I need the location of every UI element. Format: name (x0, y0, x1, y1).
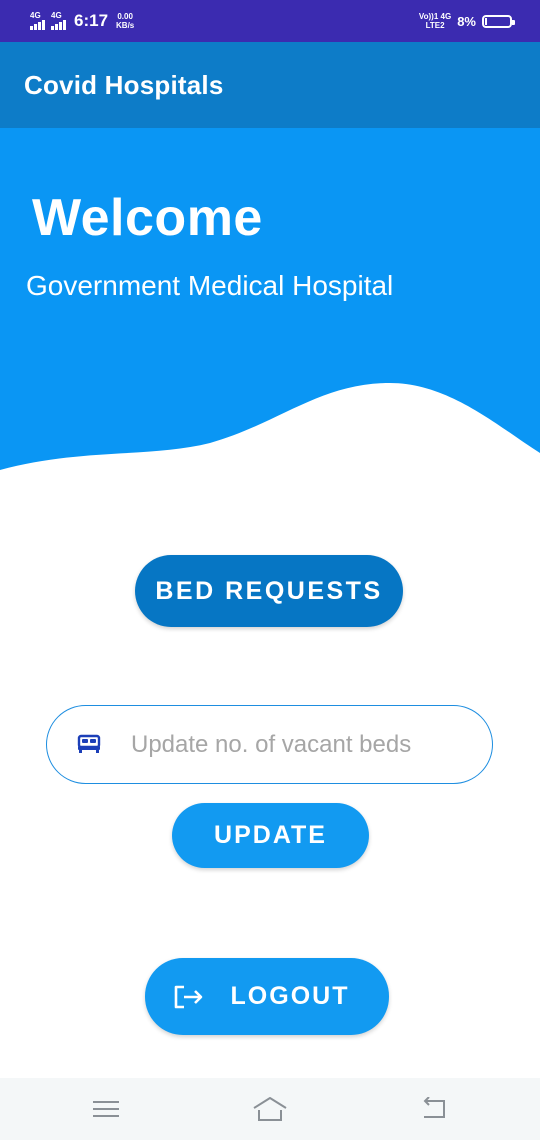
signal-1: 4G (30, 12, 45, 30)
status-bar-right: Vo))1 4G LTE2 8% (419, 8, 515, 34)
status-bar: 4G 4G 6:17 0.00 KB/s Vo))1 4G LTE2 8% (0, 0, 540, 42)
wave-background (0, 128, 540, 470)
network-type-1: 4G (30, 11, 41, 20)
signal-2: 4G (51, 12, 66, 30)
network-speed-unit: KB/s (116, 21, 135, 30)
hospital-name: Government Medical Hospital (26, 270, 394, 301)
vacant-beds-field[interactable] (46, 705, 493, 784)
update-button[interactable]: UPDATE (172, 803, 369, 868)
volte-bottom: LTE2 (425, 21, 445, 30)
menu-icon[interactable] (86, 1092, 126, 1126)
battery-icon (482, 14, 515, 28)
vacant-beds-input[interactable] (129, 724, 473, 766)
system-navigation-bar (0, 1078, 540, 1140)
battery-level (485, 17, 487, 25)
logout-button[interactable]: LOGOUT (145, 958, 389, 1035)
welcome-heading: Welcome (32, 189, 263, 247)
clock: 6:17 (74, 11, 109, 30)
app-title: Covid Hospitals (24, 70, 224, 100)
network-speed: 0.00 KB/s (116, 12, 134, 30)
app-bar: Covid Hospitals (0, 42, 540, 128)
bed-requests-button[interactable]: BED REQUESTS (135, 555, 403, 627)
welcome-header: Welcome Government Medical Hospital (0, 128, 540, 488)
signal-bars-icon (51, 20, 66, 30)
bed-icon (77, 734, 101, 759)
home-icon[interactable] (250, 1092, 290, 1126)
signal-bars-icon (30, 20, 45, 30)
status-bar-left: 4G 4G 6:17 0.00 KB/s (30, 8, 134, 34)
network-type-2: 4G (51, 11, 62, 20)
network-speed-value: 0.00 (117, 12, 133, 21)
back-icon[interactable] (414, 1092, 454, 1126)
logout-icon (173, 984, 205, 1017)
volte-indicator: Vo))1 4G LTE2 (419, 12, 451, 30)
logout-label: LOGOUT (230, 982, 350, 1010)
volte-top: Vo))1 4G (418, 12, 452, 21)
battery-percent: 8% (457, 13, 476, 29)
